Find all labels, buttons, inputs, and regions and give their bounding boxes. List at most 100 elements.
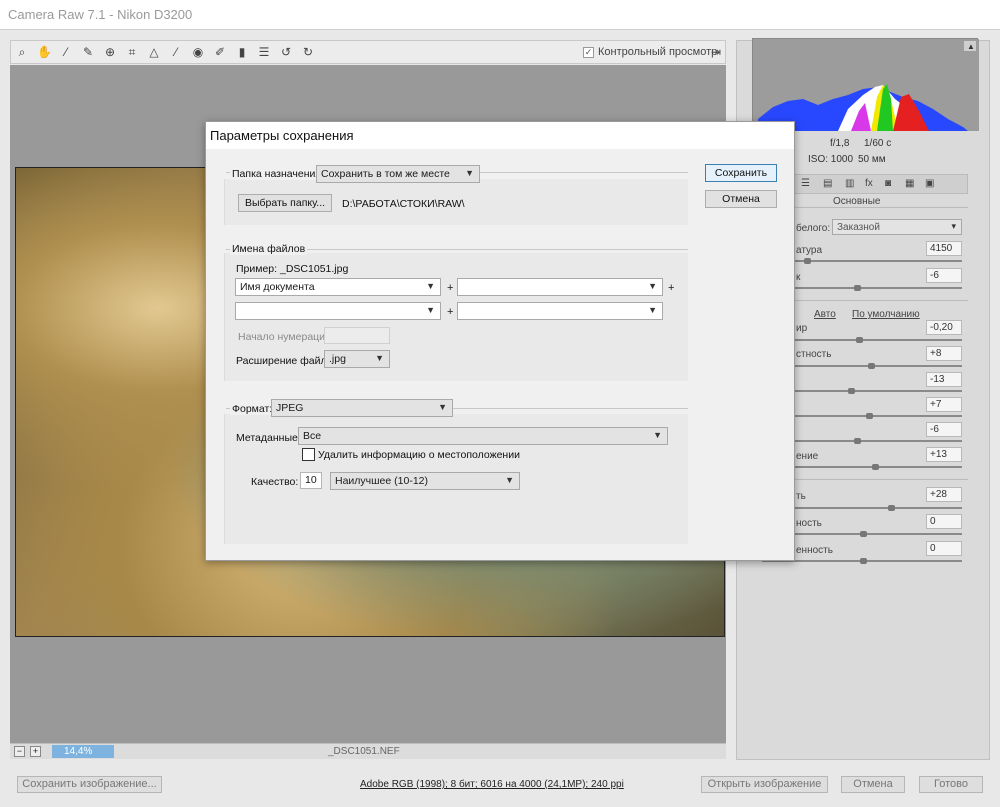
slider-value-shadows[interactable]: +7 bbox=[926, 397, 962, 412]
name-part-1[interactable]: Имя документа ▼ bbox=[235, 278, 441, 296]
choose-folder-button[interactable]: Выбрать папку... bbox=[238, 194, 332, 212]
slider-value-highlights[interactable]: -13 bbox=[926, 372, 962, 387]
slider-value-sat[interactable]: +28 bbox=[926, 487, 962, 502]
spot-removal-icon[interactable]: ⁄ bbox=[169, 45, 183, 59]
slider-label-temp: атура bbox=[796, 245, 823, 256]
save-options-dialog: Параметры сохранения Сохранить Отмена Па… bbox=[205, 121, 795, 561]
remove-location-label: Удалить информацию о местоположении bbox=[318, 449, 520, 461]
histogram: ▲ bbox=[752, 38, 979, 131]
slider-value-clarity[interactable]: +13 bbox=[926, 447, 962, 462]
slider-value-vibrance[interactable]: 0 bbox=[926, 514, 962, 529]
workflow-options-link[interactable]: Adobe RGB (1998); 8 бит; 6016 на 4000 (2… bbox=[360, 779, 624, 790]
file-name: _DSC1051.NEF bbox=[328, 746, 400, 757]
zoom-out-button[interactable]: − bbox=[14, 746, 25, 757]
presets-tab-icon[interactable]: ▦ bbox=[905, 178, 914, 189]
slider-label-tint: к bbox=[796, 272, 801, 283]
exif-focal: 50 мм bbox=[858, 154, 886, 165]
ext-select[interactable]: .jpg ▼ bbox=[324, 350, 390, 368]
example-value: _DSC1051.jpg bbox=[280, 263, 349, 275]
graduated-filter-icon[interactable]: ▮ bbox=[235, 45, 249, 59]
slider-label-clarity: ение bbox=[796, 451, 819, 462]
zoom-status-bar: − + 14,4% _DSC1051.NEF bbox=[10, 743, 726, 759]
target-adjust-icon[interactable]: ⊕ bbox=[103, 45, 117, 59]
plus-sign: + bbox=[447, 282, 454, 294]
zoom-in-button[interactable]: + bbox=[30, 746, 41, 757]
start-num-input[interactable] bbox=[324, 327, 390, 344]
straighten-icon[interactable]: △ bbox=[147, 45, 161, 59]
exif-aperture: f/1,8 bbox=[830, 138, 850, 149]
slider-value-whites[interactable]: -6 bbox=[926, 422, 962, 437]
wb-select[interactable]: Заказной ▾ bbox=[832, 219, 962, 235]
dest-select[interactable]: Сохранить в том же месте ▼ bbox=[316, 165, 480, 183]
default-link[interactable]: По умолчанию bbox=[852, 309, 920, 320]
crop-icon[interactable]: ⌗ bbox=[125, 45, 139, 59]
tone-curve-tab-icon[interactable]: ☰ bbox=[801, 178, 810, 189]
slider-label-saturation2: енность bbox=[796, 545, 833, 556]
plus-sign: + bbox=[447, 306, 454, 318]
auto-link[interactable]: Авто bbox=[814, 309, 836, 320]
brush-icon[interactable]: ✐ bbox=[213, 45, 227, 59]
dialog-save-button[interactable]: Сохранить bbox=[705, 164, 777, 182]
preferences-icon[interactable]: ☰ bbox=[257, 45, 271, 59]
slider-value-tint[interactable]: -6 bbox=[926, 268, 962, 283]
open-image-button[interactable]: Открыть изображение bbox=[701, 776, 828, 793]
camera-cal-tab-icon[interactable]: ◙ bbox=[885, 178, 891, 189]
metadata-label: Метаданные: bbox=[236, 432, 301, 444]
wb-label: белого: bbox=[796, 223, 831, 234]
panel-title: Основные bbox=[833, 196, 881, 207]
dest-label: Папка назначения: bbox=[230, 168, 326, 180]
slider-label-contrast: стность bbox=[796, 349, 832, 360]
hand-icon[interactable]: ✋ bbox=[37, 45, 52, 59]
color-sampler-icon[interactable]: ✎ bbox=[81, 45, 95, 59]
dialog-title: Параметры сохранения bbox=[210, 128, 354, 143]
filenames-caption: Имена файлов bbox=[230, 243, 308, 255]
red-eye-icon[interactable]: ◉ bbox=[191, 45, 205, 59]
zoom-level-select[interactable]: 14,4% bbox=[52, 745, 114, 758]
slider-value-exposure[interactable]: -0,20 bbox=[926, 320, 962, 335]
svg-text:▲: ▲ bbox=[967, 42, 975, 51]
slider-value-saturation2[interactable]: 0 bbox=[926, 541, 962, 556]
quality-input[interactable]: 10 bbox=[300, 472, 322, 489]
quality-select[interactable]: Наилучшее (10-12) ▼ bbox=[330, 472, 520, 490]
exif-iso: ISO: 1000 bbox=[808, 154, 854, 165]
dialog-cancel-button[interactable]: Отмена bbox=[705, 190, 777, 208]
folder-path: D:\РАБОТА\СТОКИ\RAW\ bbox=[342, 198, 465, 210]
rotate-left-icon[interactable]: ↺ bbox=[279, 45, 293, 59]
name-part-2[interactable]: ▼ bbox=[457, 278, 663, 296]
fx-tab-icon[interactable]: fx bbox=[865, 178, 873, 189]
remove-location-checkbox[interactable] bbox=[302, 448, 315, 461]
histogram-graph: ▲ bbox=[753, 39, 979, 131]
start-num-label: Начало нумерации: bbox=[238, 331, 334, 343]
name-part-4[interactable]: ▼ bbox=[457, 302, 663, 320]
exif-shutter: 1/60 с bbox=[864, 138, 892, 149]
format-label: Формат: bbox=[230, 403, 275, 415]
hsl-tab-icon[interactable]: ▥ bbox=[845, 178, 854, 189]
slider-value-temp[interactable]: 4150 bbox=[926, 241, 962, 256]
rotate-right-icon[interactable]: ↻ bbox=[301, 45, 315, 59]
preview-label: Контрольный просмотр bbox=[598, 46, 718, 58]
done-button[interactable]: Готово bbox=[919, 776, 983, 793]
window-title: Camera Raw 7.1 - Nikon D3200 bbox=[8, 7, 193, 22]
toolbar: ⌕ ✋ ⁄ ✎ ⊕ ⌗ △ ⁄ ◉ ✐ ▮ ☰ ↺ ↻ ✓ Контрольны… bbox=[10, 40, 726, 64]
zoom-icon[interactable]: ⌕ bbox=[15, 45, 29, 59]
format-select[interactable]: JPEG ▼ bbox=[271, 399, 453, 417]
slider-label-exposure: ир bbox=[796, 323, 808, 334]
plus-sign: + bbox=[668, 282, 675, 294]
cancel-button[interactable]: Отмена bbox=[841, 776, 905, 793]
quality-label: Качество: bbox=[251, 476, 299, 488]
save-image-button[interactable]: Сохранить изображение... bbox=[17, 776, 162, 793]
name-part-3[interactable]: ▼ bbox=[235, 302, 441, 320]
eyedropper-icon[interactable]: ⁄ bbox=[59, 45, 73, 59]
detail-tab-icon[interactable]: ▤ bbox=[823, 178, 832, 189]
ext-label: Расширение файла: bbox=[236, 355, 336, 367]
fullscreen-icon[interactable]: ⇥ bbox=[709, 45, 723, 59]
metadata-select[interactable]: Все ▼ bbox=[298, 427, 668, 445]
slider-label-sat: ть bbox=[796, 491, 806, 502]
slider-label-vibrance: ность bbox=[796, 518, 822, 529]
slider-value-contrast[interactable]: +8 bbox=[926, 346, 962, 361]
preview-checkbox[interactable]: ✓ bbox=[583, 46, 594, 58]
preview-toggle[interactable]: ✓ Контрольный просмотр bbox=[583, 46, 717, 58]
example-label: Пример: bbox=[236, 263, 278, 275]
snapshots-tab-icon[interactable]: ▣ bbox=[925, 178, 934, 189]
title-bar: Camera Raw 7.1 - Nikon D3200 bbox=[0, 0, 1000, 30]
